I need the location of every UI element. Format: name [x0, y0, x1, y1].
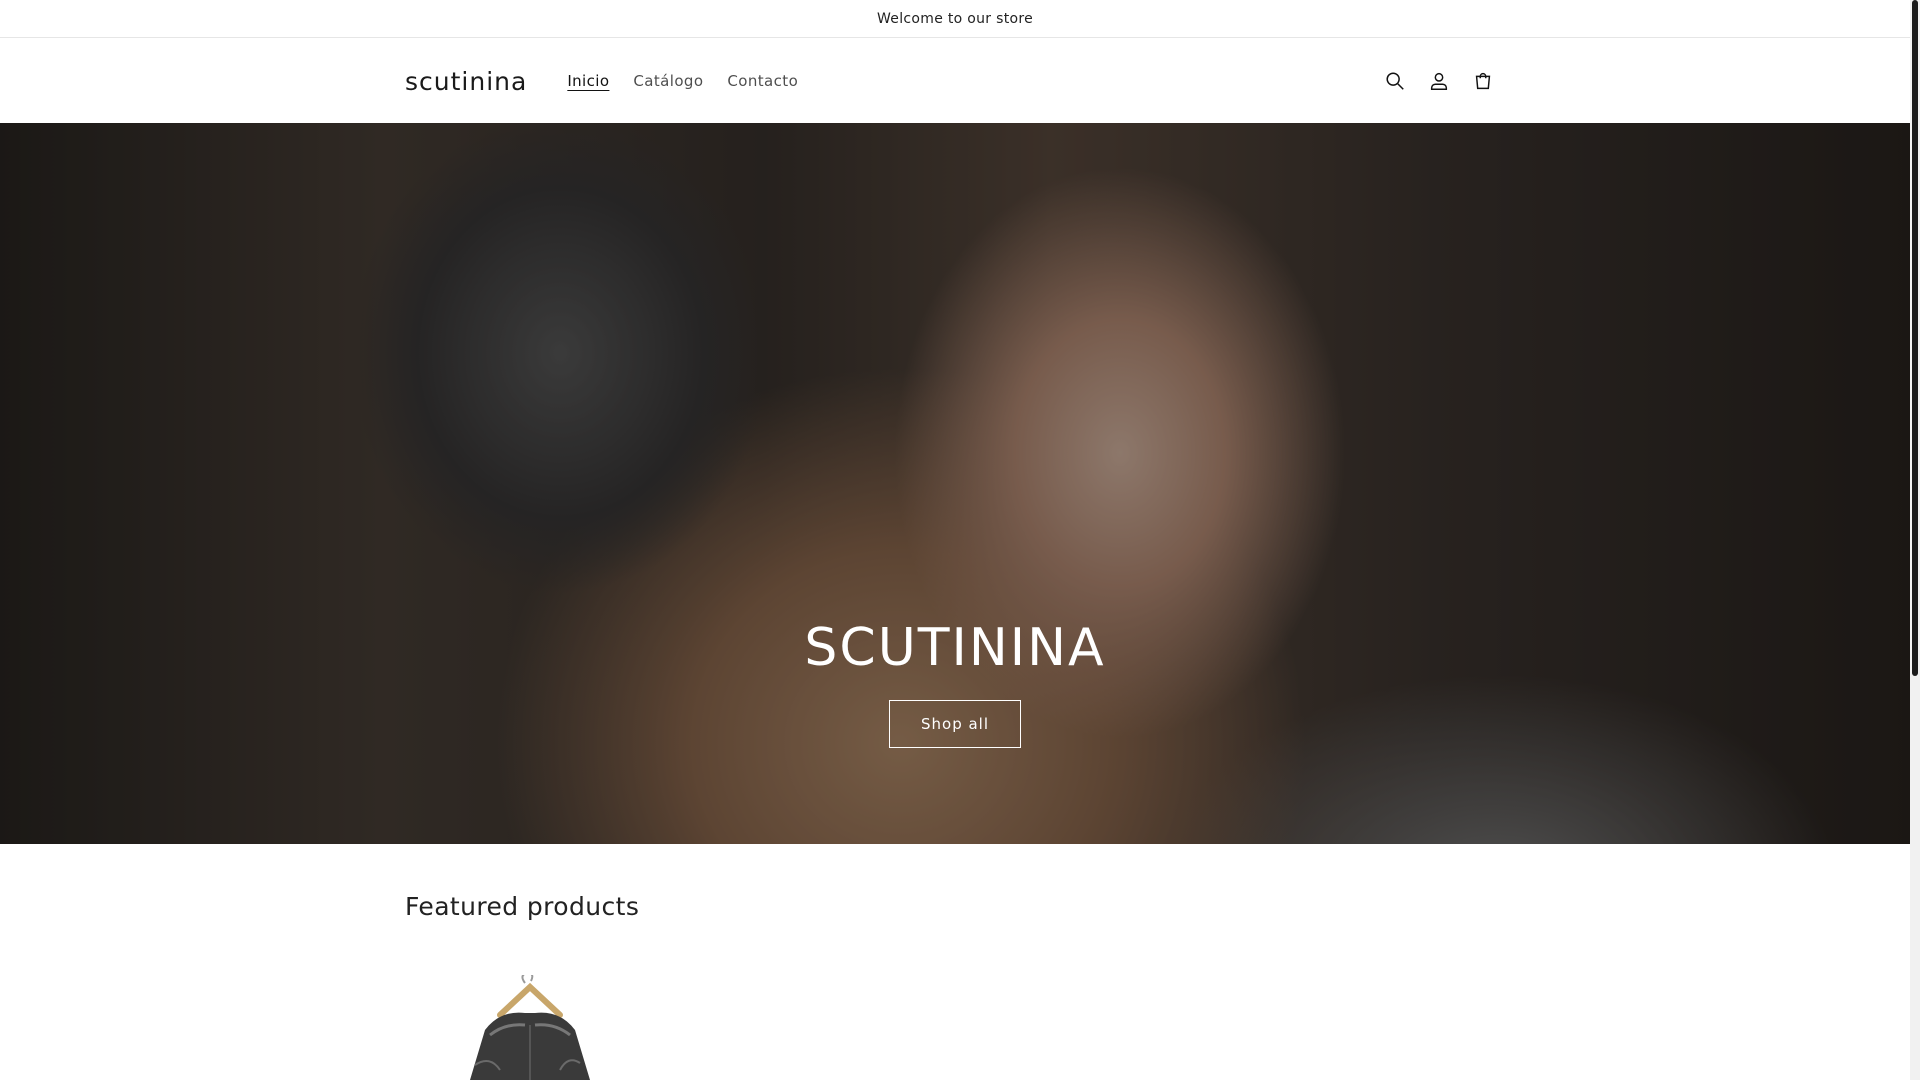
announcement-text: Welcome to our store — [876, 10, 1034, 27]
scrollbar-thumb[interactable] — [1912, 0, 1918, 676]
nav-item-contacto[interactable]: Contacto — [715, 66, 810, 96]
header-icons — [1377, 63, 1501, 99]
nav-item-inicio[interactable]: Inicio — [555, 66, 621, 96]
shop-all-button[interactable]: Shop all — [888, 700, 1022, 748]
featured-products-title: Featured products — [405, 892, 640, 921]
header-inner: scutinina Inicio Catálogo Contacto — [405, 39, 1505, 123]
hero-content: SCUTININA Shop all — [0, 618, 1910, 748]
page-scrollbar[interactable] — [1910, 0, 1920, 1080]
main-nav: Inicio Catálogo Contacto — [555, 66, 810, 96]
product-image-jacket[interactable] — [430, 975, 650, 1080]
cart-icon[interactable] — [1465, 63, 1501, 99]
store-logo[interactable]: scutinina — [405, 67, 527, 96]
storefront-page: Welcome to our store scutinina Inicio Ca… — [0, 0, 1920, 1080]
account-icon[interactable] — [1421, 63, 1457, 99]
announcement-bar: Welcome to our store — [0, 0, 1910, 38]
hero-banner: SCUTININA Shop all — [0, 123, 1910, 844]
search-icon[interactable] — [1377, 63, 1413, 99]
site-header: scutinina Inicio Catálogo Contacto — [0, 39, 1910, 123]
hero-title: SCUTININA — [804, 618, 1106, 678]
nav-item-catalogo[interactable]: Catálogo — [621, 66, 715, 96]
